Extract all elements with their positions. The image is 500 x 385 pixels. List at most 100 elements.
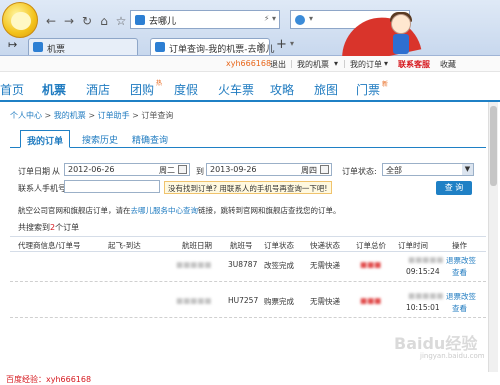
- tab-order-query[interactable]: 订单查询-我的机票-去哪儿 ×: [150, 38, 275, 55]
- nav-item-tickets[interactable]: 门票: [356, 81, 380, 98]
- chevron-down-icon[interactable]: ▾: [290, 39, 294, 48]
- refund-change-link[interactable]: 退票改签: [446, 255, 476, 266]
- breadcrumb-home[interactable]: 个人中心: [10, 111, 42, 120]
- address-bar[interactable]: 去哪儿 ⚡ ▾: [130, 10, 280, 29]
- forward-icon[interactable]: →: [62, 14, 76, 28]
- tab-my-orders[interactable]: 我的订单: [20, 130, 71, 148]
- from-label: 从: [52, 167, 60, 176]
- tab-search-history[interactable]: 搜索历史: [76, 130, 124, 148]
- count-prefix: 共搜索到: [18, 223, 50, 232]
- col-time: 订单时间: [398, 241, 428, 250]
- watermark: Baidu经验: [394, 334, 478, 353]
- search-button[interactable]: 查 询: [436, 181, 472, 195]
- from-date-value: 2012-06-26: [68, 165, 115, 174]
- calendar-icon[interactable]: [320, 165, 329, 174]
- tip-box: 没有找到订单? 用联系人的手机号再查询一下吧!: [164, 181, 332, 194]
- my-orders-link[interactable]: 我的订单: [350, 59, 382, 70]
- my-tickets-link[interactable]: 我的机票: [297, 59, 329, 70]
- chevron-down-icon[interactable]: ▾: [334, 59, 338, 68]
- col-status: 订单状态: [264, 241, 294, 250]
- table-row: ■■■■■ 3U8787 改签完成 无需快递 ■■■ ■■■■■ 09:15:2…: [10, 252, 486, 282]
- favorite-link[interactable]: 收藏: [440, 59, 456, 70]
- order-status: 改签完成: [264, 261, 294, 270]
- contact-service-link[interactable]: 联系客服: [398, 59, 430, 70]
- search-engine-icon: [295, 15, 305, 25]
- view-link[interactable]: 查看: [452, 267, 467, 278]
- tab-favicon-icon: [33, 42, 43, 52]
- refresh-icon[interactable]: ↻: [80, 14, 94, 28]
- breadcrumb-current: 订单查询: [141, 111, 174, 120]
- flight-date-redacted: ■■■■■: [176, 260, 212, 269]
- site-top-bar: xyh666168 退出 | 我的机票 ▾ | 我的订单 ▾ 联系客服 收藏: [0, 56, 500, 72]
- watermark-sub: jingyan.baidu.com: [420, 352, 485, 360]
- to-date-field[interactable]: 2013-09-26 周四: [206, 163, 332, 176]
- nav-item-flights[interactable]: 机票: [42, 81, 66, 98]
- phone-field[interactable]: [64, 180, 160, 193]
- new-tab-button[interactable]: +: [276, 37, 287, 52]
- breadcrumb: 个人中心 > 我的机票 > 订单助手 > 订单查询: [10, 110, 173, 121]
- username[interactable]: xyh666168: [226, 59, 271, 68]
- breadcrumb-my-tickets[interactable]: 我的机票: [54, 111, 86, 120]
- chevron-down-icon[interactable]: ▾: [384, 59, 388, 68]
- tab-label: 机票: [47, 45, 66, 55]
- vertical-scrollbar[interactable]: [488, 102, 498, 372]
- site-favicon-icon: [135, 15, 145, 25]
- express-status: 无需快递: [310, 261, 340, 270]
- col-flight: 航班号: [230, 241, 253, 250]
- order-time: 10:15:01: [406, 303, 440, 312]
- close-icon[interactable]: ×: [257, 40, 265, 51]
- phone-label: 联系人手机号: [18, 184, 66, 193]
- breadcrumb-sep: >: [88, 111, 96, 120]
- order-date-redacted: ■■■■■: [408, 255, 444, 264]
- hot-badge: 热: [156, 80, 163, 87]
- tab-list-arrow-icon[interactable]: ↦: [8, 38, 17, 51]
- nav-item-vacation[interactable]: 度假: [174, 81, 198, 98]
- service-center-link[interactable]: 去哪儿服务中心查询: [131, 206, 199, 215]
- col-express: 快递状态: [310, 241, 340, 250]
- scrollbar-thumb[interactable]: [490, 106, 497, 186]
- from-date-field[interactable]: 2012-06-26 周二: [64, 163, 190, 176]
- tab-exact-query[interactable]: 精确查询: [126, 130, 174, 148]
- view-link[interactable]: 查看: [452, 303, 467, 314]
- airline-note: 航空公司官网和旗舰店订单，请在去哪儿服务中心查询链接，跳转到官网和旗舰店查找您的…: [18, 205, 341, 216]
- chevron-down-icon[interactable]: ▾: [309, 14, 313, 23]
- tab-bar: ↦ 机票 订单查询-我的机票-去哪儿 × + ▾: [0, 36, 500, 56]
- status-label: 订单状态:: [342, 167, 377, 176]
- breadcrumb-sep: >: [44, 111, 52, 120]
- status-value: 全部: [386, 166, 402, 175]
- main-nav: 首页 机票 酒店 团购 热 度假 火车票 攻略 旅图 门票 新: [0, 76, 500, 102]
- order-status: 购票完成: [264, 297, 294, 306]
- logout-link[interactable]: 退出: [270, 59, 286, 70]
- nav-item-train[interactable]: 火车票: [218, 81, 254, 98]
- browser-logo-icon[interactable]: [2, 2, 38, 38]
- refund-change-link[interactable]: 退票改签: [446, 291, 476, 302]
- chevron-down-icon[interactable]: ▼: [462, 164, 473, 175]
- nav-item-hotels[interactable]: 酒店: [86, 81, 110, 98]
- home-icon[interactable]: ⌂: [97, 14, 111, 28]
- footer-bar: 百度经验：xyh666168: [0, 374, 500, 385]
- nav-item-guide[interactable]: 攻略: [270, 81, 294, 98]
- note-prefix: 航空公司官网和旗舰店订单，请在: [18, 206, 131, 215]
- calendar-icon[interactable]: [178, 165, 187, 174]
- back-icon[interactable]: ←: [44, 14, 58, 28]
- breadcrumb-sep: >: [132, 111, 139, 120]
- tab-flights[interactable]: 机票: [28, 38, 138, 55]
- col-price: 订单总价: [356, 241, 386, 250]
- from-weekday: 周二: [159, 166, 175, 175]
- nav-item-groupbuy[interactable]: 团购: [130, 81, 154, 98]
- result-count: 共搜索到2个订单: [18, 222, 79, 233]
- to-date-value: 2013-09-26: [210, 165, 257, 174]
- nav-item-travelpics[interactable]: 旅图: [314, 81, 338, 98]
- tab-favicon-icon: [155, 42, 165, 52]
- to-label: 到: [196, 167, 204, 176]
- address-text: 去哪儿: [149, 17, 177, 27]
- nav-item-home[interactable]: 首页: [0, 81, 24, 98]
- order-date-redacted: ■■■■■: [408, 291, 444, 300]
- table-row: ■■■■■ HU7257 购票完成 无需快递 ■■■ ■■■■■ 10:15:0…: [10, 288, 486, 318]
- lightning-icon[interactable]: ⚡ ▾: [264, 14, 276, 23]
- col-date: 航班日期: [182, 241, 212, 250]
- status-select[interactable]: 全部 ▼: [382, 163, 474, 176]
- favorite-star-icon[interactable]: ☆: [114, 14, 128, 28]
- breadcrumb-helper[interactable]: 订单助手: [98, 111, 130, 120]
- to-weekday: 周四: [301, 166, 317, 175]
